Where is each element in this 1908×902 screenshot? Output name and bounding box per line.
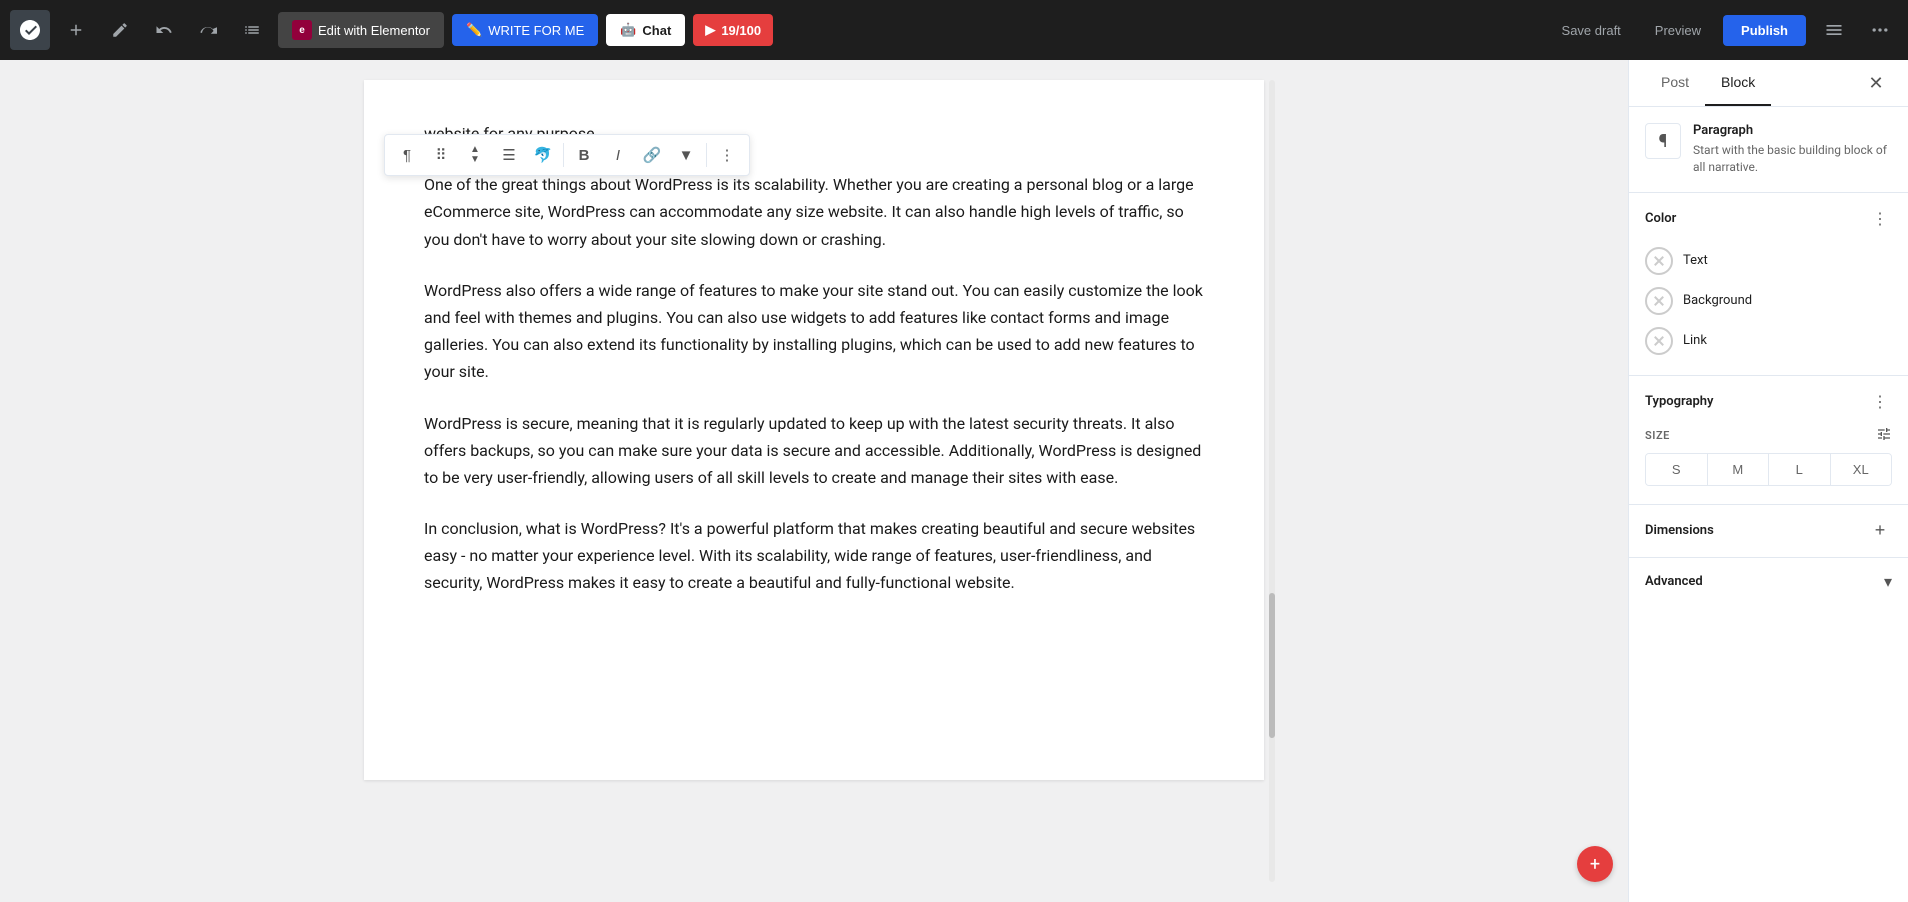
editor-content[interactable]: website for any purpose. ¶ ⠿ ▲▼ ☰ 🐬 B I …	[364, 80, 1264, 780]
write-for-me-button[interactable]: ✏️ WRITE FOR ME	[452, 14, 598, 46]
advanced-section[interactable]: Advanced ▾	[1629, 557, 1908, 605]
size-section: SIZE S M L XL	[1645, 426, 1892, 490]
block-type-icon: ¶	[1645, 123, 1681, 159]
pen-button[interactable]	[102, 12, 138, 48]
move-up-down-icon[interactable]: ▲▼	[459, 139, 491, 171]
editor-area: website for any purpose. ¶ ⠿ ▲▼ ☰ 🐬 B I …	[0, 60, 1628, 902]
undo-button[interactable]	[146, 12, 182, 48]
block-more-button[interactable]: ⋮	[711, 139, 743, 171]
link-color-circle[interactable]	[1645, 327, 1673, 355]
advanced-title: Advanced	[1645, 574, 1703, 589]
editor-scrollbar[interactable]	[1268, 80, 1276, 882]
toolbar-separator-1	[563, 143, 564, 167]
chat-avatar-icon: 🤖	[620, 22, 636, 38]
link-color-item[interactable]: Link	[1645, 321, 1892, 361]
list-view-button[interactable]	[234, 12, 270, 48]
redo-button[interactable]	[190, 12, 226, 48]
size-xl-button[interactable]: XL	[1831, 454, 1892, 485]
block-info-text: Paragraph Start with the basic building …	[1693, 123, 1892, 176]
block-name: Paragraph	[1693, 123, 1892, 138]
more-options-button[interactable]	[1862, 12, 1898, 48]
paragraph-3[interactable]: WordPress is secure, meaning that it is …	[424, 410, 1204, 492]
block-info: ¶ Paragraph Start with the basic buildin…	[1629, 107, 1908, 192]
toolbar-separator-2	[706, 143, 707, 167]
emoji-icon[interactable]: 🐬	[527, 139, 559, 171]
typography-section: Typography ⋮ SIZE S M L XL	[1629, 375, 1908, 504]
text-color-circle[interactable]	[1645, 247, 1673, 275]
typography-menu-button[interactable]: ⋮	[1868, 390, 1892, 414]
typography-title: Typography	[1645, 394, 1714, 409]
dimensions-add-button[interactable]: +	[1868, 519, 1892, 543]
wp-logo	[10, 10, 50, 50]
word-count-button[interactable]: ▶ 19/100	[693, 14, 773, 46]
chat-label: Chat	[642, 23, 671, 38]
paragraph-2[interactable]: WordPress also offers a wide range of fe…	[424, 277, 1204, 386]
size-l-button[interactable]: L	[1769, 454, 1831, 485]
topbar: e Edit with Elementor ✏️ WRITE FOR ME 🤖 …	[0, 0, 1908, 60]
fab-add-button[interactable]: +	[1577, 846, 1613, 882]
preview-button[interactable]: Preview	[1643, 15, 1713, 46]
background-color-circle[interactable]	[1645, 287, 1673, 315]
chat-button[interactable]: 🤖 Chat	[606, 14, 685, 46]
typography-header: Typography ⋮	[1645, 390, 1892, 414]
link-button[interactable]: 🔗	[636, 139, 668, 171]
sidebar-close-button[interactable]: ✕	[1860, 67, 1892, 99]
advanced-chevron-icon: ▾	[1884, 572, 1892, 591]
tab-post[interactable]: Post	[1645, 60, 1705, 106]
save-draft-button[interactable]: Save draft	[1550, 15, 1633, 46]
editor-wrapper: website for any purpose. ¶ ⠿ ▲▼ ☰ 🐬 B I …	[364, 80, 1264, 882]
paragraph-icon[interactable]: ¶	[391, 139, 423, 171]
tab-block[interactable]: Block	[1705, 60, 1771, 106]
bold-button[interactable]: B	[568, 139, 600, 171]
size-label: SIZE	[1645, 426, 1892, 445]
block-toolbar: ¶ ⠿ ▲▼ ☰ 🐬 B I 🔗 ▼ ⋮	[384, 134, 750, 176]
background-color-label: Background	[1683, 293, 1752, 308]
word-count-icon: ▶	[705, 22, 715, 38]
elementor-logo-icon: e	[292, 20, 312, 40]
text-color-item[interactable]: Text	[1645, 241, 1892, 281]
size-s-button[interactable]: S	[1646, 454, 1708, 485]
background-color-item[interactable]: Background	[1645, 281, 1892, 321]
drag-handle-icon[interactable]: ⠿	[425, 139, 457, 171]
block-description: Start with the basic building block of a…	[1693, 142, 1892, 176]
sidebar: Post Block ✕ ¶ Paragraph Start with the …	[1628, 60, 1908, 902]
color-section-title: Color	[1645, 211, 1676, 226]
more-rich-text-button[interactable]: ▼	[670, 139, 702, 171]
edit-elementor-button[interactable]: e Edit with Elementor	[278, 12, 444, 48]
topbar-right: Save draft Preview Publish	[1550, 12, 1898, 48]
size-m-button[interactable]: M	[1708, 454, 1770, 485]
text-color-label: Text	[1683, 253, 1708, 268]
color-section: Color ⋮ Text Background Link	[1629, 192, 1908, 375]
publish-button[interactable]: Publish	[1723, 15, 1806, 46]
paragraph-1[interactable]: One of the great things about WordPress …	[424, 171, 1204, 253]
size-label-text: SIZE	[1645, 429, 1670, 442]
italic-button[interactable]: I	[602, 139, 634, 171]
write-for-me-label: WRITE FOR ME	[488, 23, 584, 38]
pencil-sparkle-icon: ✏️	[466, 22, 482, 38]
sidebar-tabs: Post Block ✕	[1629, 60, 1908, 107]
link-color-label: Link	[1683, 333, 1707, 348]
main-layout: website for any purpose. ¶ ⠿ ▲▼ ☰ 🐬 B I …	[0, 60, 1908, 902]
size-buttons: S M L XL	[1645, 453, 1892, 486]
settings-button[interactable]	[1816, 12, 1852, 48]
dimensions-title: Dimensions	[1645, 523, 1714, 538]
elementor-button-label: Edit with Elementor	[318, 23, 430, 38]
color-section-menu-button[interactable]: ⋮	[1868, 207, 1892, 231]
size-filter-icon[interactable]	[1876, 426, 1892, 445]
dimensions-section: Dimensions +	[1629, 504, 1908, 557]
color-section-header: Color ⋮	[1645, 207, 1892, 231]
add-button[interactable]	[58, 12, 94, 48]
align-icon[interactable]: ☰	[493, 139, 525, 171]
word-count-label: 19/100	[721, 23, 761, 38]
paragraph-4[interactable]: In conclusion, what is WordPress? It's a…	[424, 515, 1204, 597]
